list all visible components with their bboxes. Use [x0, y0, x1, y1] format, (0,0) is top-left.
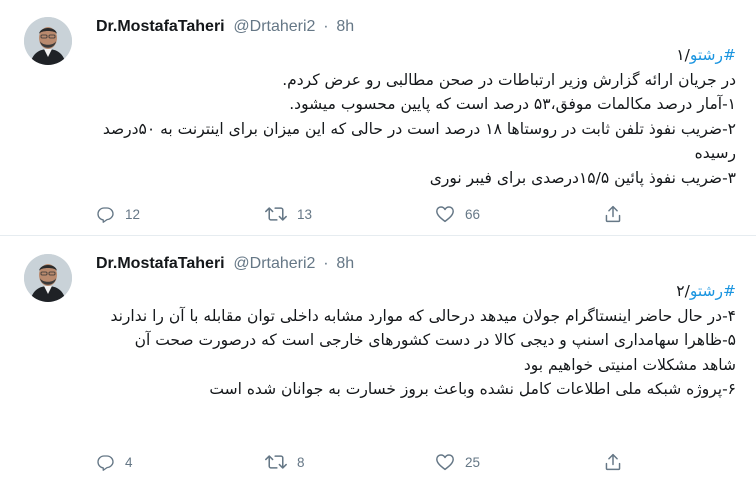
reply-button[interactable]: 4 [96, 450, 133, 474]
reply-count: 4 [125, 454, 133, 470]
tweet-line: ۴-در حال حاضر اینستاگرام جولان میدهد درح… [110, 306, 736, 325]
like-count: 25 [465, 454, 481, 470]
tweet-line: ۳-ضریب نفوذ پائین ۱۵/۵درصدی برای فیبر نو… [429, 168, 736, 187]
thread-heading: #رشتو/۲ [96, 279, 736, 304]
share-icon [605, 453, 621, 471]
timestamp[interactable]: 8h [336, 18, 354, 35]
author-handle[interactable]: @Drtaheri2 [233, 255, 315, 272]
like-button[interactable]: 25 [435, 450, 480, 474]
reply-button[interactable]: 12 [96, 202, 140, 226]
author-name[interactable]: Dr.MostafaTaheri [96, 255, 225, 272]
thread-index: /۲ [676, 282, 690, 300]
tweet[interactable]: Dr.MostafaTaheri @Drtaheri2 · 8h #رشتو/۲… [0, 237, 756, 491]
tweet-line: در جریان ارائه گزارش وزیر ارتباطات در صح… [282, 70, 736, 89]
retweet-button[interactable]: 13 [265, 202, 312, 226]
separator-dot: · [323, 18, 329, 35]
action-bar: 4 8 25 [96, 450, 656, 474]
share-button[interactable] [604, 202, 622, 226]
hashtag-link[interactable]: #رشتو [690, 282, 736, 300]
thread-heading: #رشتو/۱ [96, 43, 736, 68]
reply-count: 12 [125, 206, 141, 222]
retweet-button[interactable]: 8 [265, 450, 305, 474]
separator-dot: · [323, 255, 329, 272]
author-name[interactable]: Dr.MostafaTaheri [96, 18, 225, 35]
tweet-text: #رشتو/۱ در جریان ارائه گزارش وزیر ارتباط… [96, 43, 736, 190]
tweet[interactable]: Dr.MostafaTaheri @Drtaheri2 · 8h #رشتو/۱… [0, 0, 756, 236]
like-icon [436, 206, 454, 223]
avatar[interactable] [24, 17, 72, 65]
retweet-count: 13 [297, 206, 313, 222]
reply-icon [97, 207, 114, 223]
like-icon [436, 454, 454, 471]
hashtag-link[interactable]: #رشتو [690, 46, 736, 64]
tweet-line: ۱-آمار درصد مکالمات موفق،۵۳ درصد است که … [289, 95, 736, 113]
retweet-count: 8 [297, 454, 305, 470]
share-button[interactable] [604, 450, 622, 474]
tweet-header: Dr.MostafaTaheri @Drtaheri2 · 8h [96, 15, 354, 37]
like-count: 66 [465, 206, 481, 222]
tweet-header: Dr.MostafaTaheri @Drtaheri2 · 8h [96, 252, 354, 274]
retweet-icon [265, 455, 287, 469]
avatar[interactable] [24, 254, 72, 302]
timestamp[interactable]: 8h [336, 255, 354, 272]
like-button[interactable]: 66 [435, 202, 480, 226]
reply-icon [97, 455, 114, 471]
author-handle[interactable]: @Drtaheri2 [233, 18, 315, 35]
thread-index: /۱ [676, 46, 690, 64]
tweet-line: ۶-پروژه شبکه ملی اطلاعات کامل نشده وباعث… [209, 380, 736, 398]
action-bar: 12 13 66 [96, 202, 656, 226]
tweet-line: ۲-ضریب نفوذ تلفن ثابت در روستاها ۱۸ درصد… [102, 119, 736, 163]
share-icon [605, 205, 621, 223]
tweet-line: ۵-ظاهرا سهامداری اسنپ و دیجی کالا در دست… [134, 331, 736, 374]
tweet-text: #رشتو/۲ ۴-در حال حاضر اینستاگرام جولان م… [96, 279, 736, 402]
retweet-icon [265, 207, 287, 221]
